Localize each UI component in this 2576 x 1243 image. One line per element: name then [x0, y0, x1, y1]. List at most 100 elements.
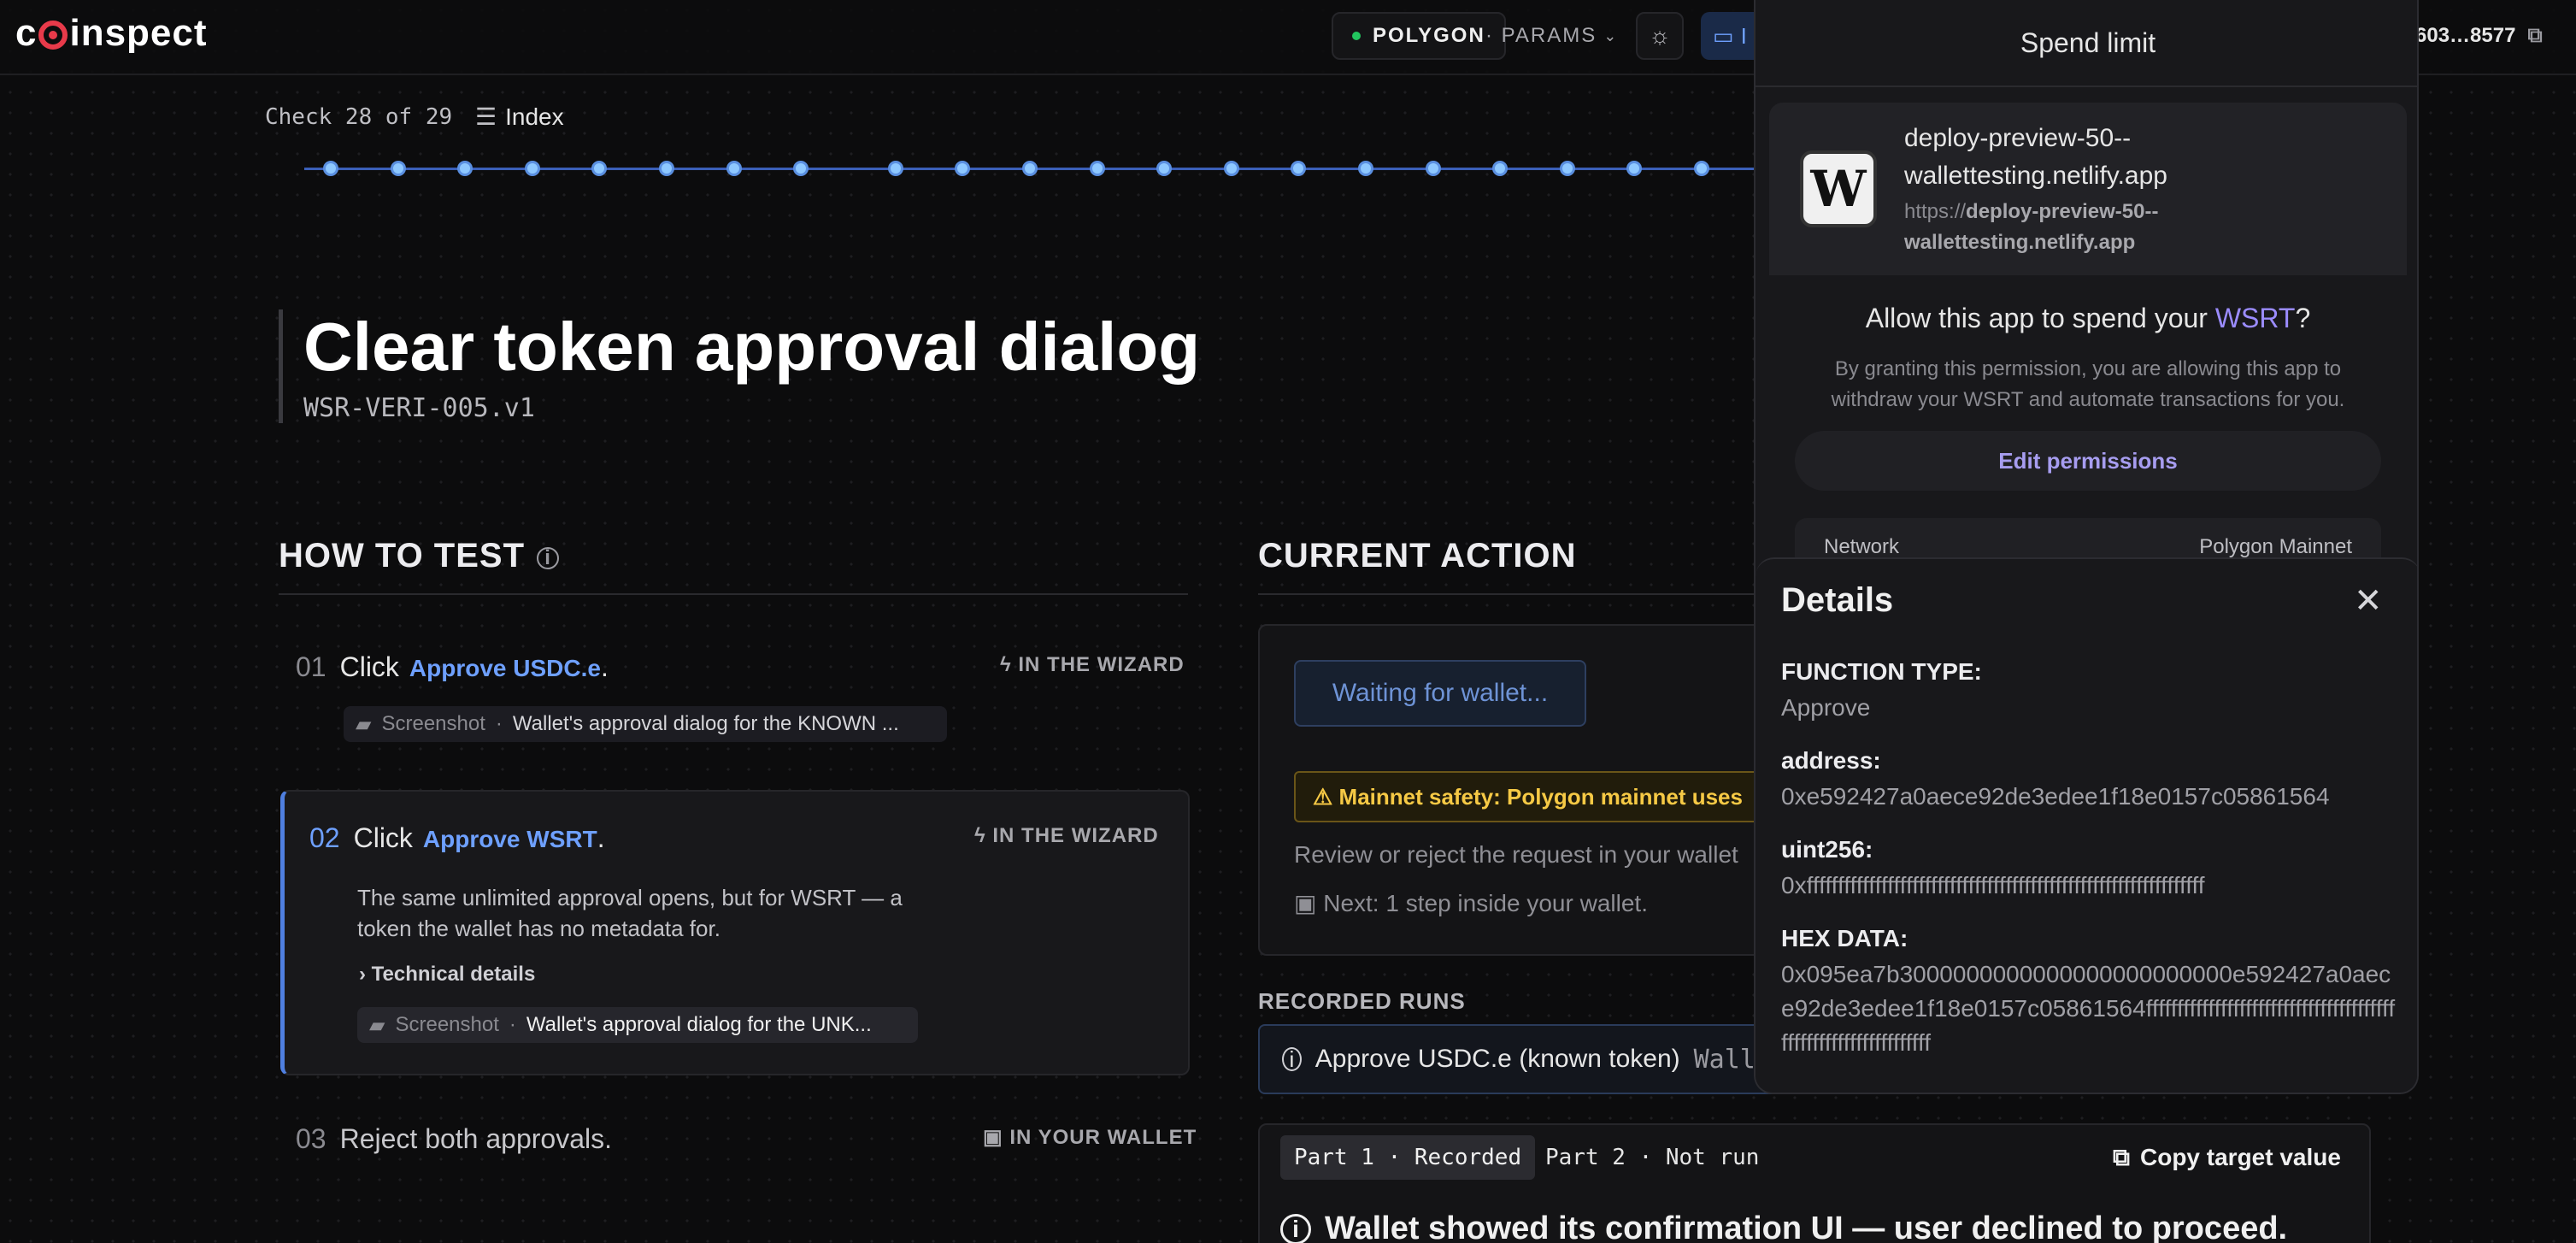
field-label: HEX DATA:	[1781, 925, 1908, 951]
separator: ·	[509, 1013, 516, 1036]
field-label: address:	[1781, 747, 1881, 774]
coinspect-logo[interactable]: c inspect	[15, 12, 208, 55]
params-label: · PARAMS	[1485, 24, 1597, 47]
allow-title: Allow this app to spend your WSRT?	[1756, 303, 2417, 334]
wallet-header: Spend limit	[1756, 0, 2417, 87]
step-number: 02	[309, 822, 340, 853]
progress-step-dot[interactable]	[1626, 161, 1643, 176]
list-icon: ☰	[475, 103, 497, 130]
camera-icon: ▰	[356, 712, 372, 736]
recorded-runs-heading: RECORDED RUNS	[1258, 988, 1466, 1014]
how-to-test-heading: HOW TO TEST i	[279, 537, 1188, 595]
site-url: https://deploy-preview-50--wallettesting…	[1904, 197, 2383, 258]
waiting-for-wallet-button[interactable]: Waiting for wallet...	[1294, 660, 1586, 727]
how-to-test-title: HOW TO TEST	[279, 537, 526, 574]
progress-step-dot[interactable]	[591, 161, 608, 176]
technical-details-label: Technical details	[371, 963, 536, 986]
copy-icon: ⧉	[2113, 1143, 2130, 1170]
index-link[interactable]: ☰ Index	[475, 103, 564, 131]
step-verb: Click	[339, 651, 399, 682]
wallet-icon: ▣	[983, 1126, 1010, 1149]
details-title: Details	[1781, 581, 1894, 619]
progress-step-dot[interactable]	[1358, 161, 1373, 176]
network-selector[interactable]: POLYGON	[1332, 12, 1506, 60]
screenshot-desc: Wallet's approval dialog for the UNK...	[526, 1013, 872, 1036]
progress-step-dot[interactable]	[726, 161, 742, 176]
field-value: 0x095ea7b3000000000000000000000000e59242…	[1781, 961, 2396, 1056]
step-1: 01 Click Approve USDC.e .	[296, 651, 609, 683]
progress-track	[304, 161, 1777, 176]
step-2-tag: ϟ IN THE WIZARD	[974, 824, 1159, 848]
site-url-prefix: https://	[1904, 200, 1967, 223]
progress-step-dot[interactable]	[323, 161, 338, 176]
field-value: 0xe592427a0aece92de3edee1f18e0157c058615…	[1781, 783, 2330, 810]
tag-label: IN THE WIZARD	[992, 824, 1159, 847]
check-counter: Check 28 of 29	[265, 104, 453, 130]
wallet-icon: ▣	[1294, 890, 1324, 916]
tag-label: IN YOUR WALLET	[1009, 1126, 1197, 1149]
progress-step-dot[interactable]	[1156, 161, 1173, 176]
recorded-run-row[interactable]: i Approve USDC.e (known token) Wallet	[1258, 1024, 1788, 1094]
progress-step-dot[interactable]	[1291, 161, 1307, 176]
progress-step-dot[interactable]	[1425, 161, 1441, 176]
progress-step-dot[interactable]	[1089, 161, 1105, 176]
mainnet-safety-warning: ⚠ Mainnet safety: Polygon mainnet uses	[1294, 771, 1788, 822]
info-icon[interactable]: i	[537, 546, 560, 569]
progress-step-dot[interactable]	[1559, 161, 1575, 176]
network-label: POLYGON	[1373, 24, 1485, 47]
site-favicon: W	[1800, 150, 1877, 227]
account-address[interactable]: 603…8577 ⧉	[2415, 12, 2543, 60]
allow-suffix: ?	[2295, 303, 2311, 333]
details-field-function: FUNCTION TYPE: Approve	[1781, 658, 2397, 725]
device-label: I	[1740, 22, 1747, 49]
index-label: Index	[505, 103, 564, 130]
review-instruction: Review or reject the request in your wal…	[1294, 841, 1738, 868]
details-field-address: address: 0xe592427a0aece92de3edee1f18e01…	[1781, 747, 2397, 814]
progress-step-dot[interactable]	[659, 161, 674, 176]
part-2-tab[interactable]: Part 2 · Not run	[1545, 1135, 1759, 1180]
progress-step-dot[interactable]	[1492, 161, 1509, 176]
progress-step-dot[interactable]	[887, 161, 903, 176]
close-icon[interactable]: ✕	[2354, 581, 2383, 621]
theme-toggle-button[interactable]: ☼	[1636, 12, 1684, 60]
site-card: W deploy-preview-50--wallettesting.netli…	[1769, 103, 2407, 275]
allow-token: WSRT	[2214, 303, 2296, 333]
run-result: i Wallet showed its confirmation UI — us…	[1280, 1211, 2287, 1243]
part-1-tab[interactable]: Part 1 · Recorded	[1280, 1135, 1536, 1180]
step-number: 01	[296, 651, 326, 682]
copy-target-button[interactable]: ⧉ Copy target value	[2113, 1135, 2341, 1180]
progress-step-dot[interactable]	[793, 161, 809, 176]
technical-details-toggle[interactable]: › Technical details	[359, 963, 535, 987]
field-value: Approve	[1781, 694, 1871, 721]
info-icon: i	[1282, 1046, 1302, 1072]
params-dropdown[interactable]: · PARAMS ⌄	[1485, 12, 1618, 60]
allow-description: By granting this permission, you are all…	[1831, 357, 2345, 411]
chevron-down-icon: ⌄	[1603, 27, 1619, 44]
camera-icon: ▰	[369, 1013, 385, 1037]
step-3-tag: ▣ IN YOUR WALLET	[983, 1125, 1197, 1150]
step-2-description: The same unlimited approval opens, but f…	[357, 885, 903, 941]
details-sheet: Details ✕ FUNCTION TYPE: Approve address…	[1756, 557, 2417, 1093]
progress-step-dot[interactable]	[1694, 161, 1709, 176]
screenshot-chip-step-2[interactable]: ▰ Screenshot · Wallet's approval dialog …	[357, 1007, 918, 1043]
approve-usdc-link[interactable]: Approve USDC.e	[409, 655, 601, 682]
copy-target-label: Copy target value	[2140, 1144, 2341, 1170]
edit-permissions-button[interactable]: Edit permissions	[1795, 431, 2381, 491]
approve-wsrt-link[interactable]: Approve WSRT	[423, 826, 597, 853]
screenshot-label: Screenshot	[381, 712, 485, 735]
field-label: uint256:	[1781, 836, 1873, 863]
screenshot-chip-step-1[interactable]: ▰ Screenshot · Wallet's approval dialog …	[344, 706, 947, 742]
progress-step-dot[interactable]	[390, 161, 406, 176]
progress-step-dot[interactable]	[524, 161, 540, 176]
step-1-tag: ϟ IN THE WIZARD	[1000, 653, 1185, 677]
progress-step-dot[interactable]	[955, 161, 971, 176]
progress-step-dot[interactable]	[1022, 161, 1038, 176]
run-label: Approve USDC.e (known token)	[1314, 1045, 1680, 1073]
progress-step-dot[interactable]	[1223, 161, 1239, 176]
field-value: 0xffffffffffffffffffffffffffffffffffffff…	[1781, 872, 2205, 898]
monitor-icon: ▭	[1713, 22, 1734, 49]
progress-step-dot[interactable]	[457, 161, 473, 176]
bolt-icon: ϟ	[974, 824, 993, 847]
step-text: Reject both approvals.	[339, 1123, 612, 1154]
copy-icon[interactable]: ⧉	[2527, 24, 2542, 48]
